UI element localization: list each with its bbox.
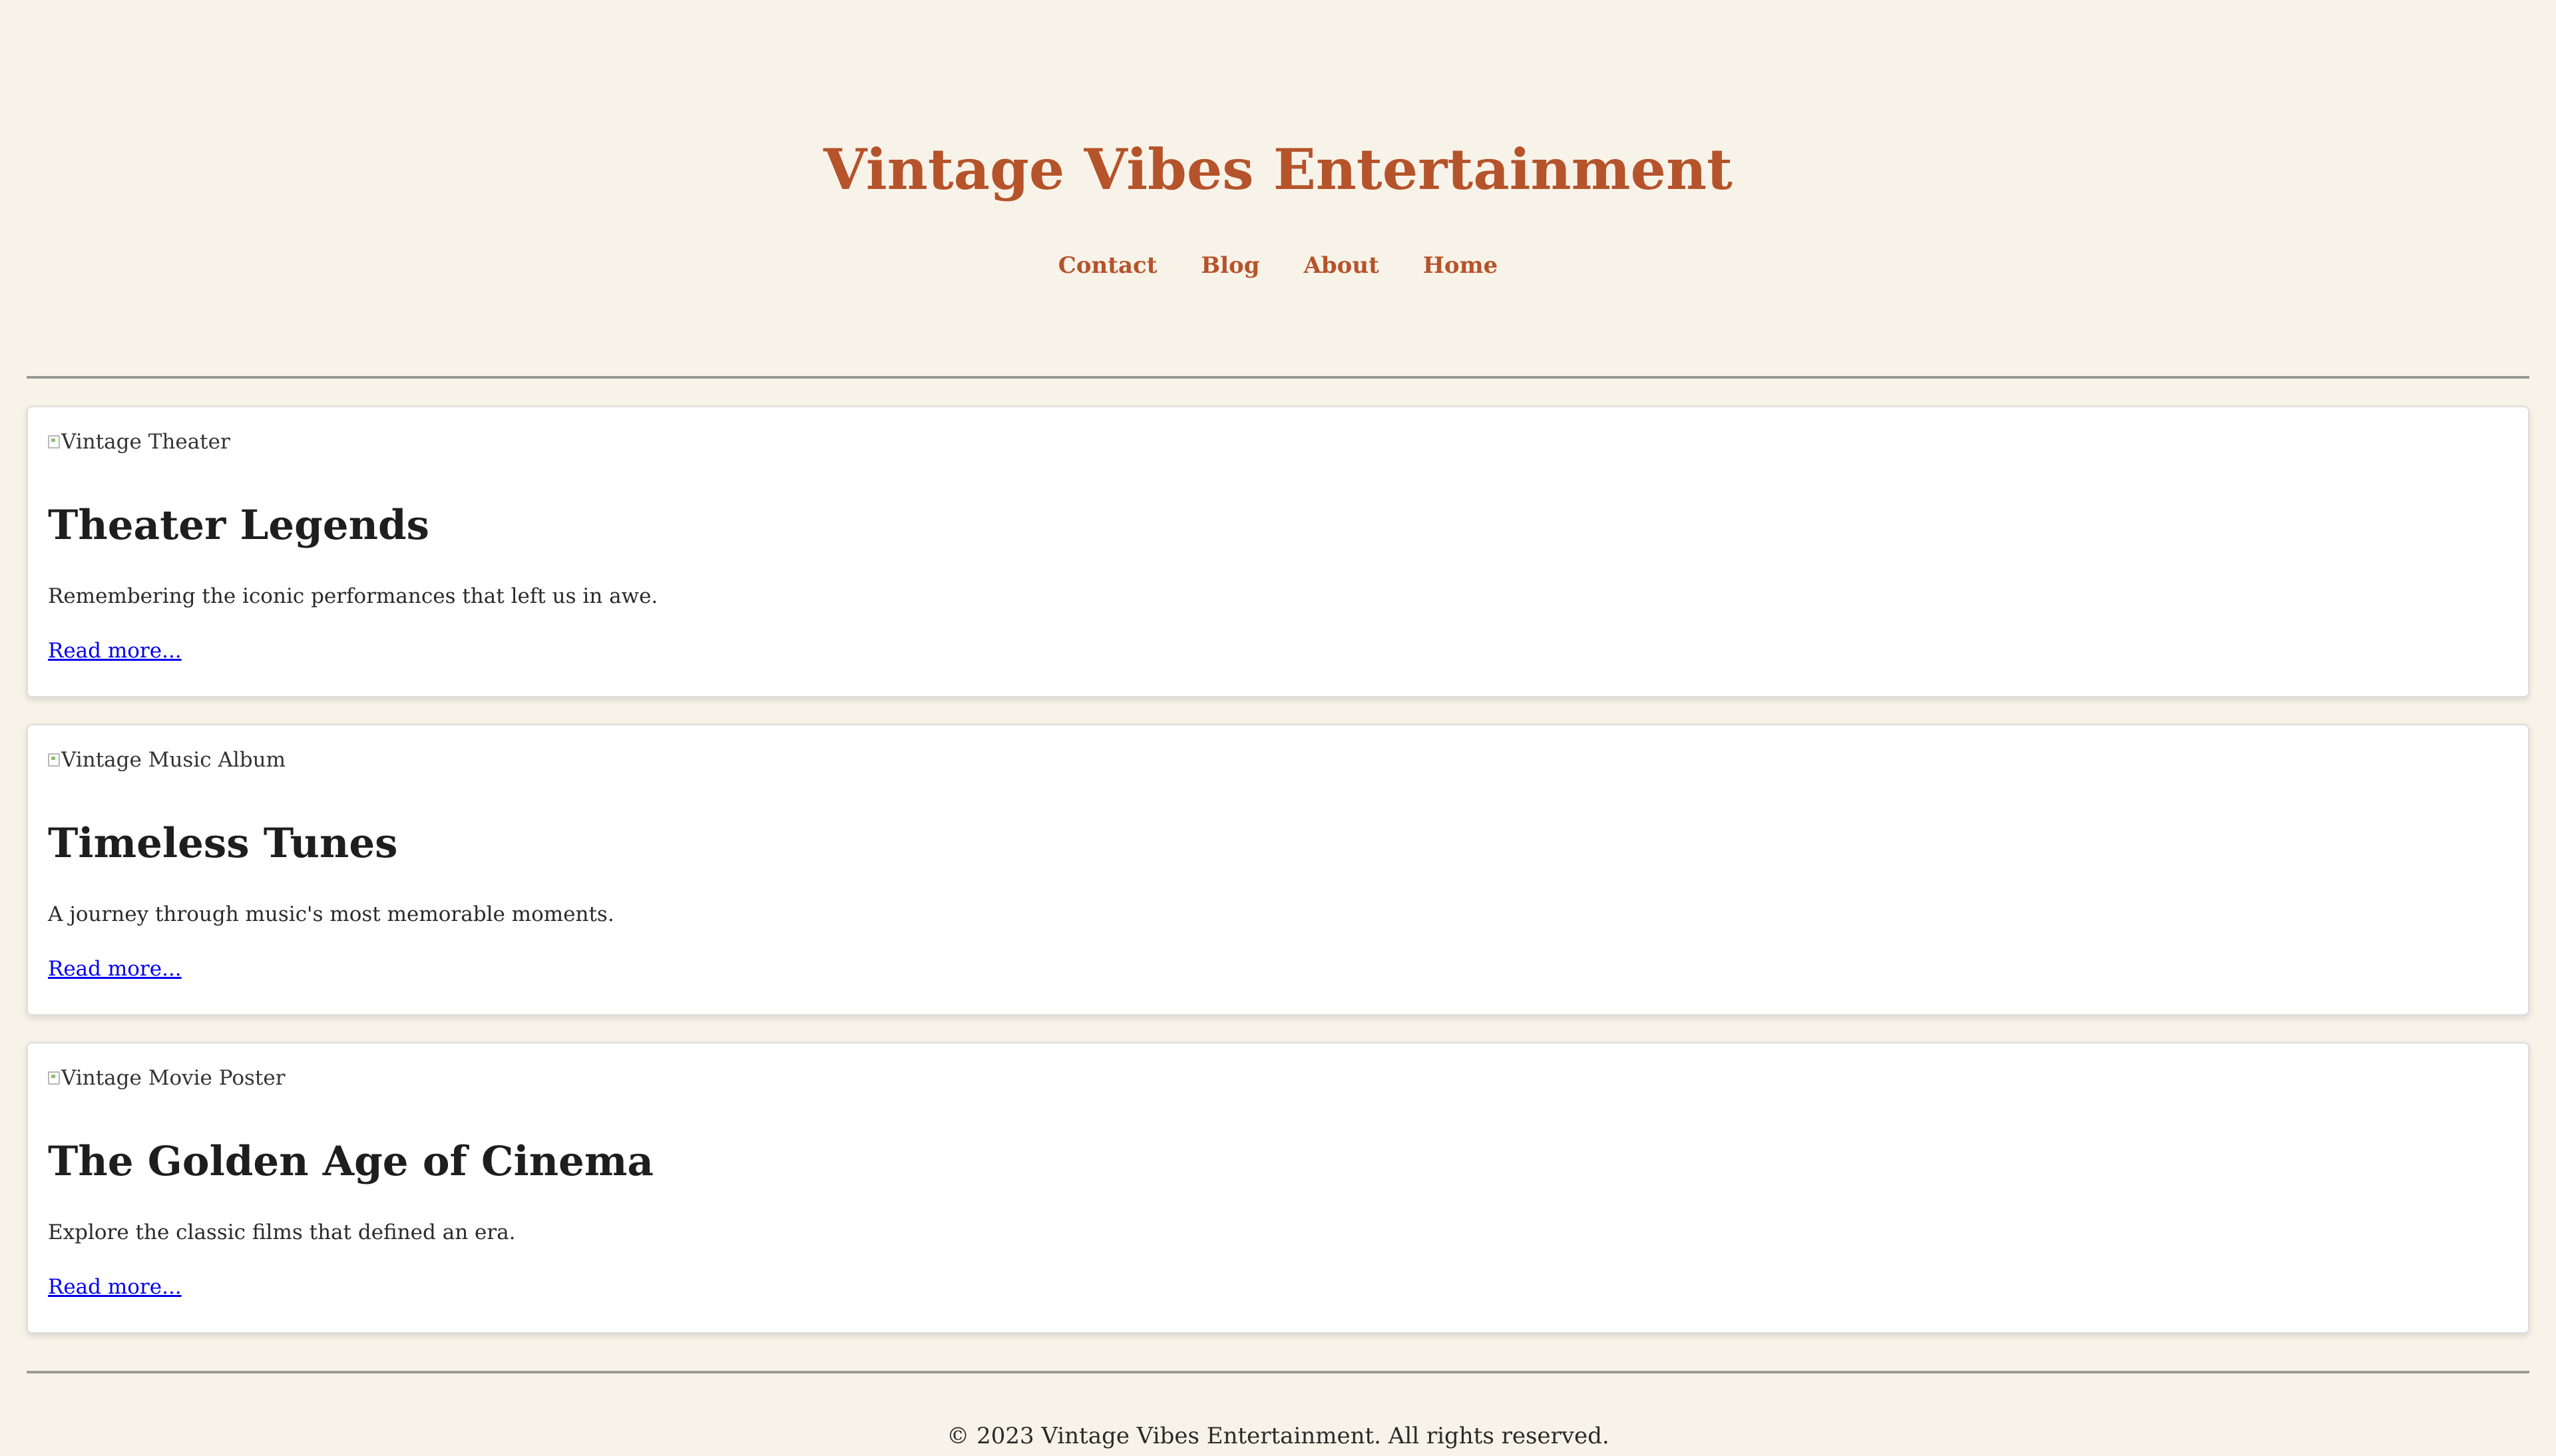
card-title: Theater Legends <box>48 502 429 549</box>
card-image-alt: Vintage Music Album <box>61 748 286 772</box>
read-more-link[interactable]: Read more... <box>48 1272 182 1302</box>
main-nav: Contact Blog About Home <box>0 250 2556 281</box>
footer-copyright: © 2023 Vintage Vibes Entertainment. All … <box>947 1423 1609 1449</box>
read-more-link[interactable]: Read more... <box>48 636 182 665</box>
card-image-alt: Vintage Theater <box>61 430 230 454</box>
nav-link-contact[interactable]: Contact <box>1058 250 1158 281</box>
card-image: Vintage Movie Poster <box>48 1063 2508 1093</box>
site-title: Vintage Vibes Entertainment <box>823 136 1733 202</box>
read-more-link[interactable]: Read more... <box>48 954 182 984</box>
card-description: Remembering the iconic performances that… <box>48 584 658 608</box>
card-title: Timeless Tunes <box>48 820 398 867</box>
article-card-cinema: Vintage Movie Poster The Golden Age of C… <box>27 1042 2529 1334</box>
card-description: Explore the classic films that defined a… <box>48 1220 516 1244</box>
card-image: Vintage Music Album <box>48 745 2508 775</box>
card-description: A journey through music's most memorable… <box>48 902 614 926</box>
article-card-theater: Vintage Theater Theater Legends Remember… <box>27 406 2529 697</box>
header-divider <box>27 376 2529 379</box>
article-card-music: Vintage Music Album Timeless Tunes A jou… <box>27 724 2529 1015</box>
nav-link-home[interactable]: Home <box>1423 250 1498 281</box>
broken-image-icon <box>48 1071 60 1085</box>
footer-divider <box>27 1371 2529 1373</box>
card-image: Vintage Theater <box>48 427 2508 456</box>
nav-link-blog[interactable]: Blog <box>1201 250 1259 281</box>
card-title: The Golden Age of Cinema <box>48 1138 654 1185</box>
site-footer: © 2023 Vintage Vibes Entertainment. All … <box>0 1416 2556 1456</box>
card-image-alt: Vintage Movie Poster <box>61 1066 286 1090</box>
broken-image-icon <box>48 435 60 449</box>
nav-link-about[interactable]: About <box>1304 250 1379 281</box>
broken-image-icon <box>48 753 60 767</box>
article-list: Vintage Theater Theater Legends Remember… <box>27 406 2529 1360</box>
site-header: Vintage Vibes Entertainment Contact Blog… <box>0 0 2556 377</box>
